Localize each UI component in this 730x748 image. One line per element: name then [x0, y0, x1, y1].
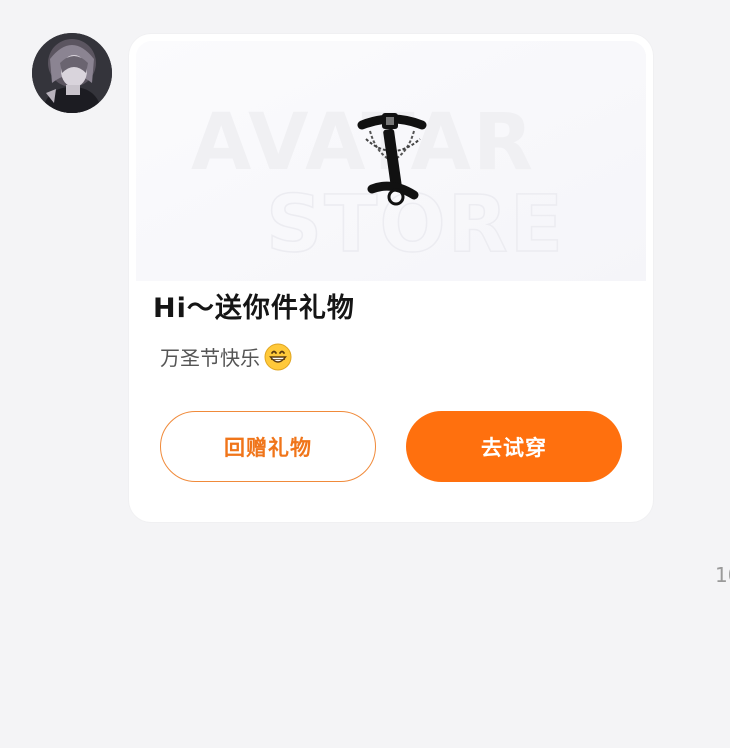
- return-gift-button[interactable]: 回赠礼物: [160, 411, 376, 482]
- gift-message-card[interactable]: AVATAR STORE Hi～送你件礼物 万圣节快乐 回赠礼物 去试穿: [129, 34, 653, 522]
- gift-banner: AVATAR STORE: [136, 41, 646, 281]
- message-subtitle: 万圣节快乐: [160, 342, 292, 371]
- avatar-store-banner: AVATAR STORE: [136, 41, 646, 281]
- try-on-button[interactable]: 去试穿: [406, 411, 622, 482]
- avatar-portrait-icon: [32, 33, 112, 113]
- message-title: Hi～送你件礼物: [153, 293, 355, 324]
- grinning-face-icon: [264, 343, 292, 371]
- subtitle-text: 万圣节快乐: [160, 346, 260, 370]
- banner-text-avatar: AVATAR: [191, 98, 535, 188]
- message-timestamp: 10: [715, 563, 730, 587]
- chat-view: AVATAR STORE Hi～送你件礼物 万圣节快乐 回赠礼物 去试穿 1: [0, 0, 730, 748]
- sender-avatar[interactable]: [32, 33, 112, 113]
